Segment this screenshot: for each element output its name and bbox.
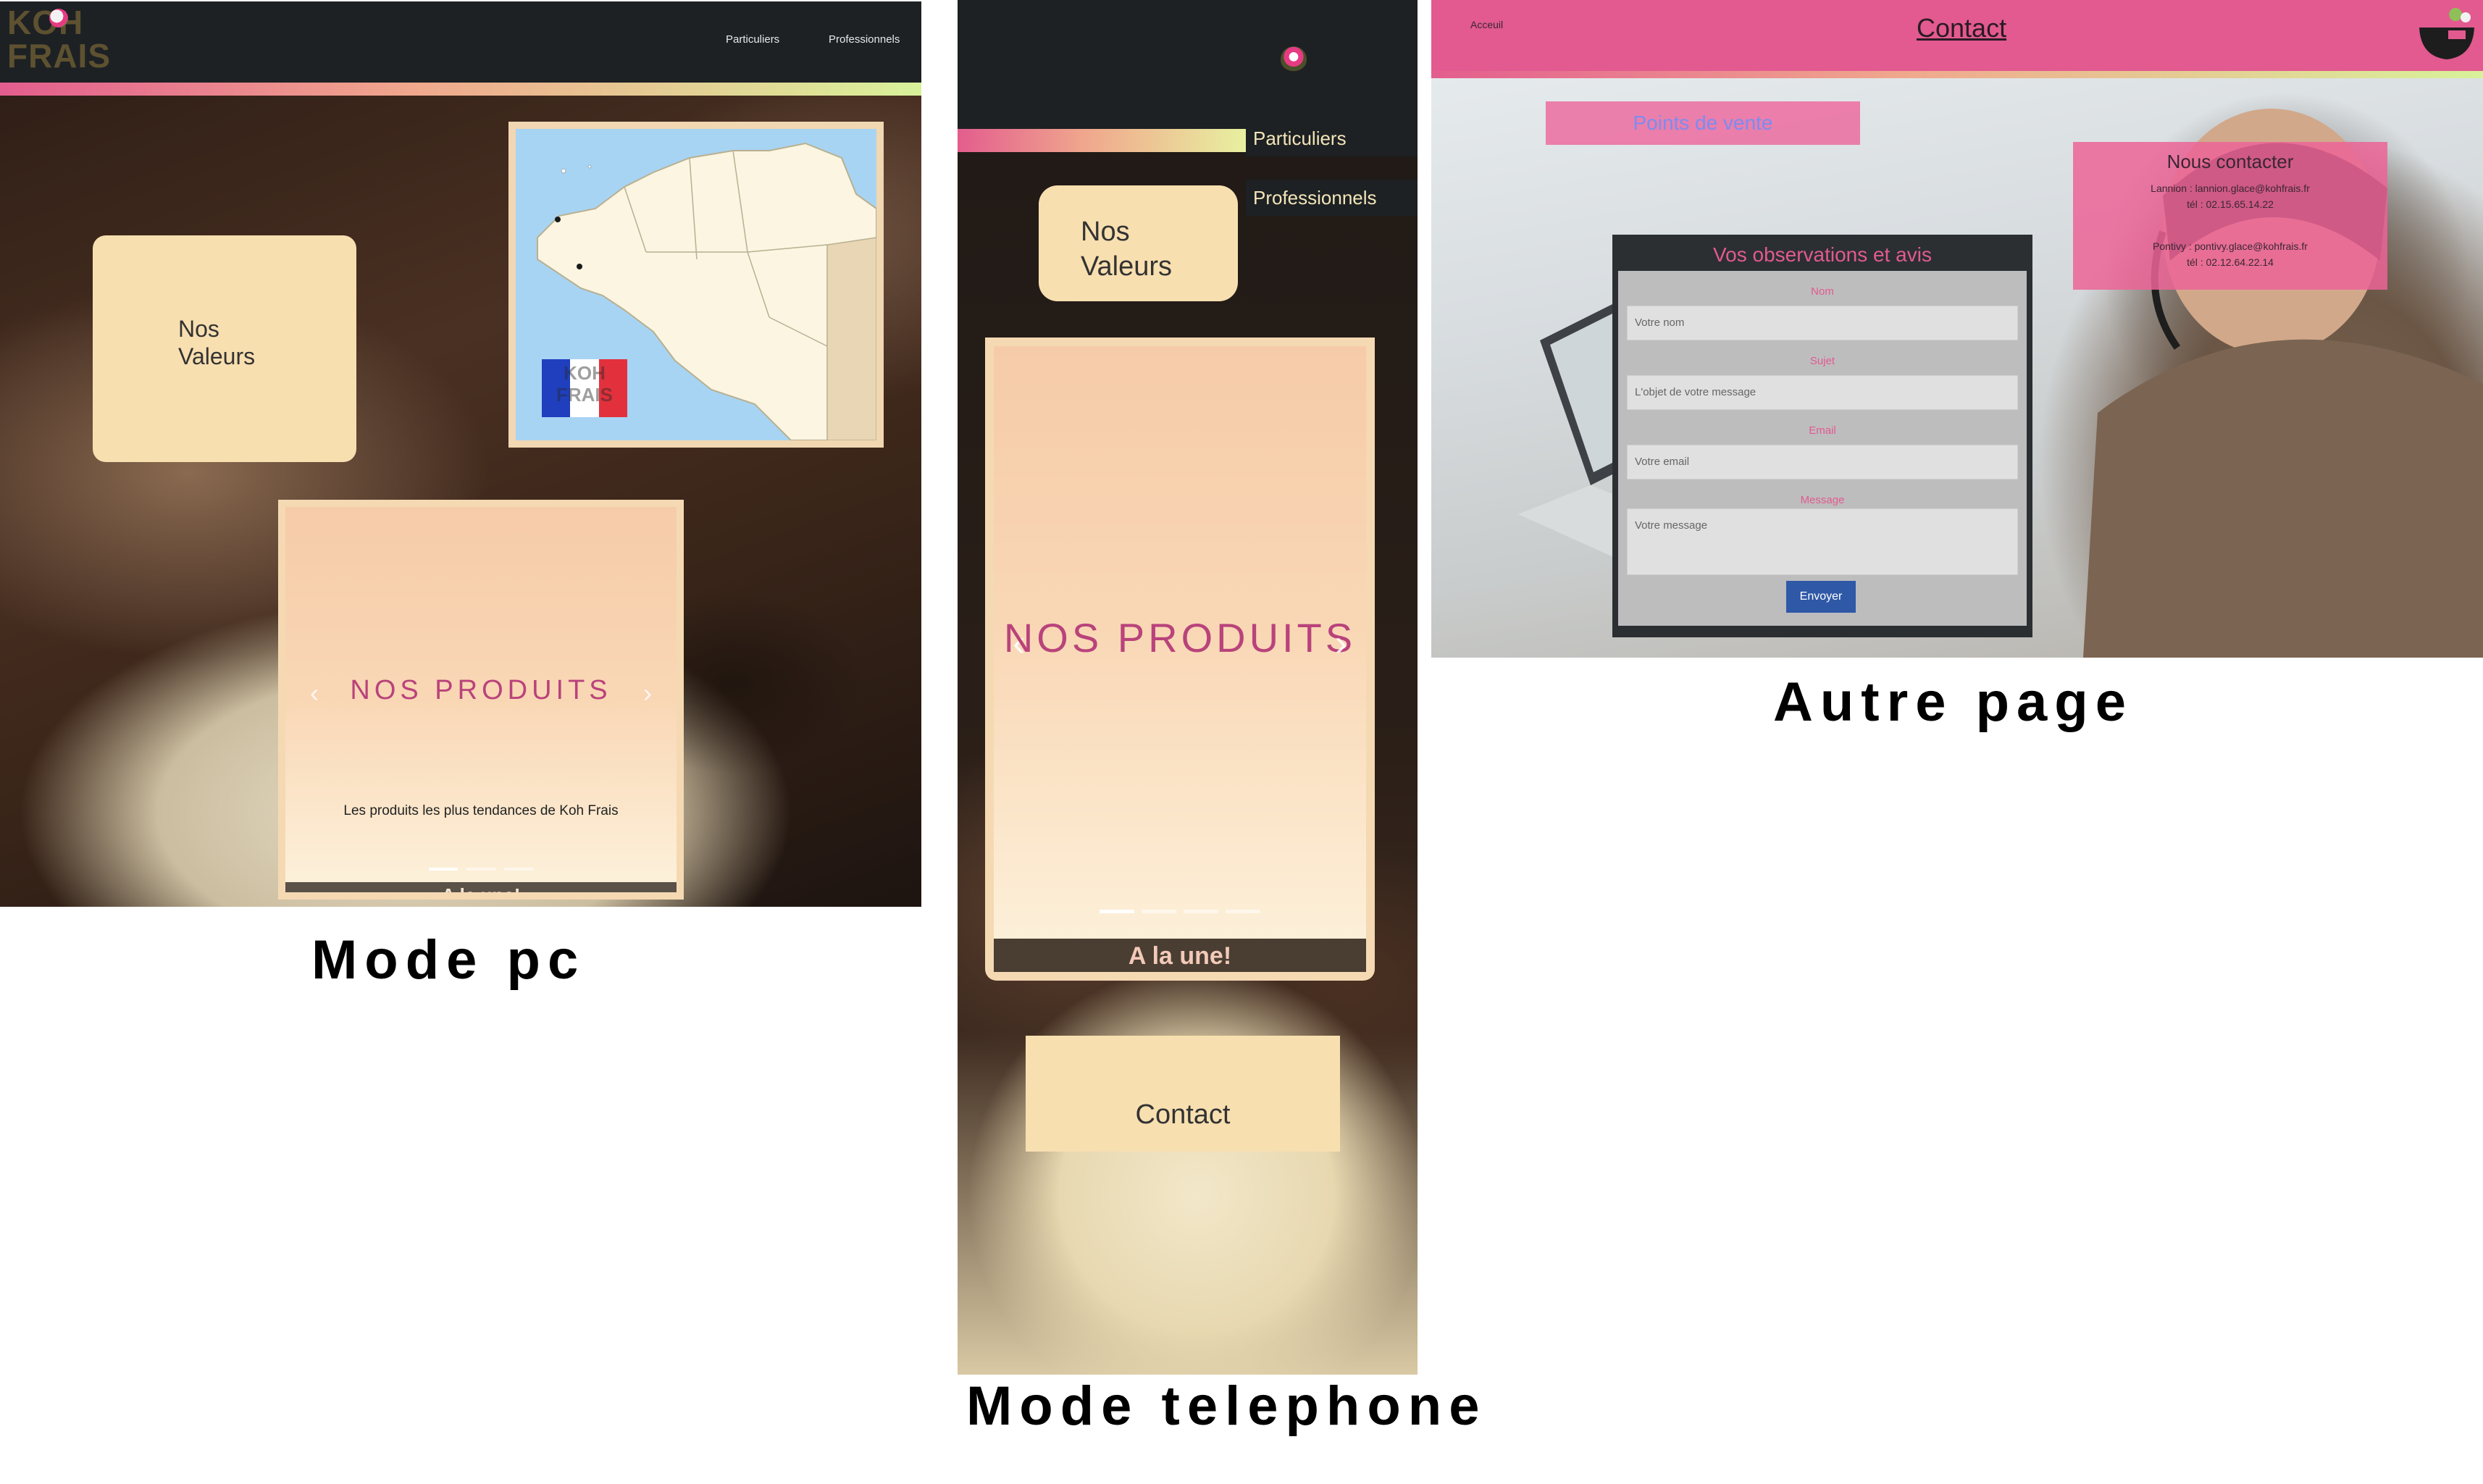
carousel-indicator[interactable] (1184, 910, 1218, 913)
feedback-form: Vos observations et avis Nom Votre nom S… (1612, 235, 2032, 637)
message-label: Message (1800, 494, 1845, 506)
contact-line: Lannion : lannion.glace@kohfrais.fr (2151, 183, 2310, 194)
nos-valeurs-line-2: Valeurs (1081, 251, 1173, 282)
nav-professionnels[interactable]: Professionnels (829, 33, 900, 46)
carousel-indicator[interactable] (1226, 910, 1260, 913)
carousel-next-icon[interactable]: › (643, 678, 652, 708)
sujet-input[interactable]: L'objet de votre message (1627, 375, 2018, 410)
contact-line: tél : 02.12.64.22.14 (2187, 256, 2274, 268)
carousel-next-icon[interactable]: › (1335, 621, 1347, 665)
product-title[interactable]: NOS PRODUITS (994, 614, 1366, 661)
koh-frais-logo[interactable]: KOH FRAIS (7, 6, 111, 78)
other-page-caption: Autre page (1773, 671, 2133, 733)
navbar (0, 1, 921, 83)
form-body: Nom Votre nom Sujet L'objet de votre mes… (1618, 271, 2027, 626)
koh-frais-logo[interactable] (2416, 4, 2477, 62)
pc-mode-caption: Mode pc (311, 929, 586, 991)
contact-page-mockup: Acceuil Contact Points de vente Nous con… (1431, 0, 2483, 658)
carousel-slide: ‹ NOS PRODUITS › Les produits les plus t… (285, 507, 677, 892)
a-la-une-banner[interactable]: A la une! (994, 939, 1366, 972)
phone-header (958, 0, 1418, 129)
sujet-label: Sujet (1809, 355, 1835, 367)
flag-logo-line-2: FRAIS (556, 384, 613, 406)
email-label: Email (1809, 424, 1836, 437)
flag-logo-line-1: KOH (564, 362, 606, 384)
contact-line: Pontivy : pontivy.glace@kohfrais.fr (2153, 240, 2308, 252)
contact-info-box: Nous contacter Lannion : lannion.glace@k… (2073, 142, 2387, 290)
carousel-indicators (285, 868, 677, 871)
phone-mockup: Particuliers Professionnels Nos Valeurs … (958, 0, 1418, 1375)
products-carousel: ‹ NOS PRODUITS › Les produits les plus t… (278, 500, 684, 900)
message-textarea[interactable]: Votre message (1627, 508, 2018, 575)
phone-mode-caption: Mode telephone (966, 1375, 1487, 1437)
gradient-strip (958, 129, 1246, 152)
products-carousel: ‹ NOS PRODUITS › A la une! (985, 338, 1375, 981)
carousel-slide: ‹ NOS PRODUITS › A la une! (994, 346, 1366, 972)
carousel-indicator[interactable] (504, 868, 533, 871)
nom-label: Nom (1811, 285, 1834, 298)
carousel-indicator[interactable] (466, 868, 495, 871)
product-title[interactable]: NOS PRODUITS (285, 675, 677, 706)
page-title: Contact (1917, 13, 2007, 43)
carousel-indicator[interactable] (1142, 910, 1176, 913)
menu-particuliers[interactable]: Particuliers (1246, 120, 1418, 156)
brittany-map: KOH FRAIS (516, 129, 876, 440)
logo-line-2: FRAIS (7, 37, 111, 75)
map-card[interactable]: KOH FRAIS (508, 122, 884, 448)
nos-valeurs-line-1: Nos (1081, 217, 1130, 247)
form-title: Vos observations et avis (1713, 243, 1932, 266)
points-de-vente-button[interactable]: Points de vente (1546, 101, 1860, 145)
nom-input[interactable]: Votre nom (1627, 306, 2018, 340)
nos-valeurs-card[interactable]: Nos Valeurs (93, 235, 356, 462)
nos-valeurs-card[interactable]: Nos Valeurs (1039, 185, 1238, 301)
email-input[interactable]: Votre email (1627, 445, 2018, 479)
pc-mockup: KOH FRAIS Particuliers Professionnels No… (0, 1, 921, 907)
contact-heading: Nous contacter (2166, 151, 2294, 172)
ice-cream-logo-icon[interactable] (1281, 46, 1307, 72)
nos-valeurs-line-1: Nos (178, 316, 219, 342)
envoyer-button[interactable]: Envoyer (1786, 581, 1856, 613)
contact-line: tél : 02.15.65.14.22 (2187, 198, 2274, 210)
carousel-indicator[interactable] (429, 868, 458, 871)
nav-particuliers[interactable]: Particuliers (726, 33, 779, 46)
contact-card[interactable]: Contact (1026, 1036, 1340, 1152)
carousel-indicator[interactable] (1100, 910, 1134, 913)
a-la-une-banner[interactable]: A la une! (285, 882, 677, 892)
flag-logo-overlay: KOH FRAIS (543, 362, 626, 406)
gradient-strip (1431, 71, 2483, 78)
nos-valeurs-line-2: Valeurs (178, 343, 256, 369)
ice-cream-icon (49, 9, 68, 28)
gradient-strip (0, 83, 921, 96)
carousel-indicators (994, 910, 1366, 913)
product-caption: Les produits les plus tendances de Koh F… (343, 803, 619, 818)
menu-professionnels[interactable]: Professionnels (1246, 180, 1418, 216)
home-link[interactable]: Acceuil (1470, 19, 1503, 30)
